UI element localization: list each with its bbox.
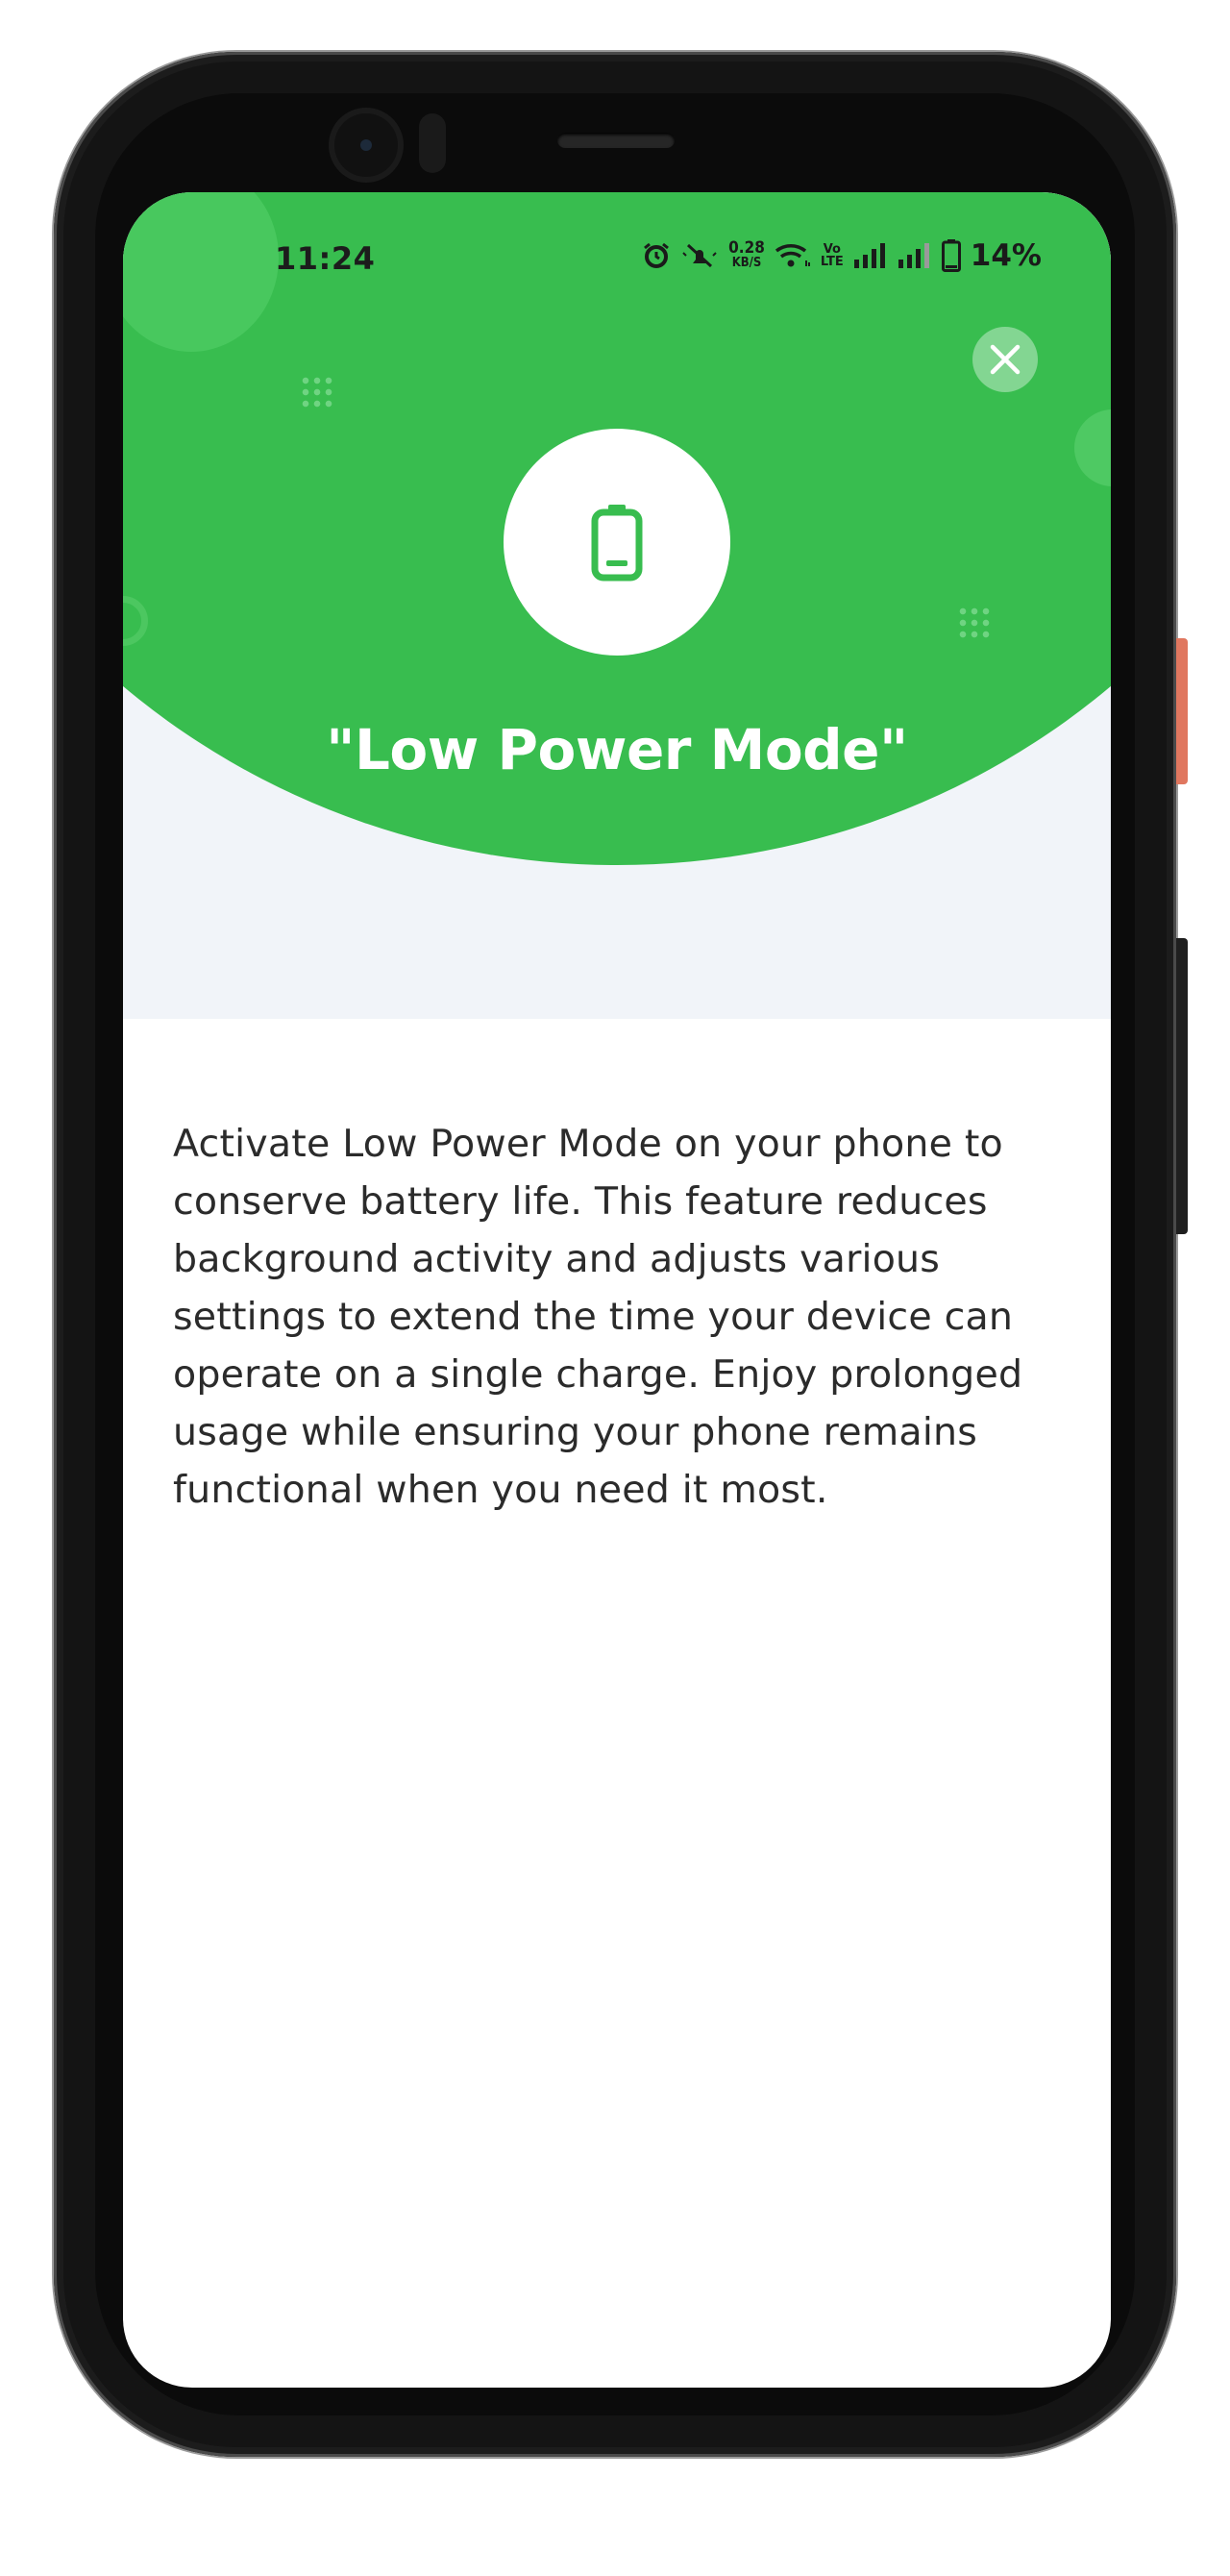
page-title: "Low Power Mode"	[326, 717, 908, 782]
volte-line-2: LTE	[820, 255, 844, 269]
earpiece-speaker	[557, 133, 675, 148]
close-icon	[990, 344, 1021, 375]
signal-icon	[853, 242, 888, 269]
decorative-dot-grid	[957, 606, 992, 640]
alarm-icon	[642, 241, 671, 270]
proximity-sensor	[419, 113, 446, 173]
status-bar: 11:24 0.28 KB/S Vo LTE 14%	[123, 235, 1111, 277]
description-text: Activate Low Power Mode on your phone to…	[173, 1122, 1023, 1512]
battery-percentage: 14%	[970, 238, 1042, 273]
network-speed-unit: KB/S	[731, 256, 762, 270]
app-screen: 11:24 0.28 KB/S Vo LTE 14% "Low Power Mo…	[123, 192, 1111, 2388]
volume-button	[1176, 938, 1188, 1234]
mute-icon	[680, 241, 719, 270]
battery-icon	[941, 239, 961, 272]
signal-icon	[898, 242, 932, 269]
volte-icon: Vo LTE	[821, 243, 844, 268]
status-icons: 0.28 KB/S Vo LTE 14%	[642, 236, 1042, 275]
battery-icon-badge	[504, 429, 730, 656]
decorative-dot-grid	[300, 375, 334, 409]
network-speed-value: 0.28	[728, 238, 765, 258]
close-button[interactable]	[972, 327, 1038, 392]
power-button	[1176, 638, 1188, 784]
wifi-icon	[775, 241, 811, 270]
battery-low-icon	[591, 505, 643, 582]
front-camera	[334, 113, 398, 177]
network-speed: 0.28 KB/S	[728, 238, 765, 271]
status-time: 11:24	[275, 240, 376, 277]
